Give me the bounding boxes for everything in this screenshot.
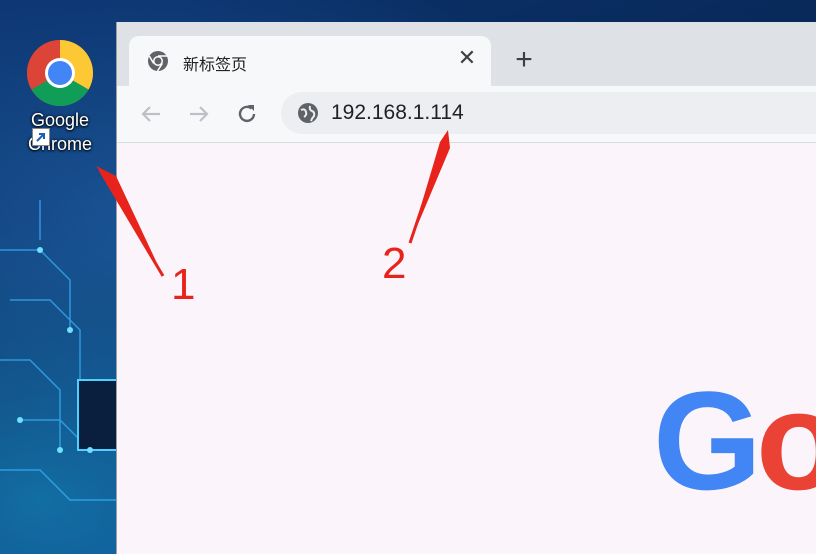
shortcut-label-line1: Google bbox=[30, 110, 90, 130]
forward-arrow-icon[interactable] bbox=[183, 98, 215, 130]
new-tab-page: Go bbox=[117, 143, 816, 554]
globe-icon bbox=[298, 103, 318, 123]
browser-toolbar: 192.168.1.114 bbox=[117, 86, 816, 143]
shortcut-label-line2: Chrome bbox=[27, 134, 93, 154]
new-tab-button[interactable]: + bbox=[507, 44, 541, 78]
url-text[interactable]: 192.168.1.114 bbox=[331, 101, 464, 125]
google-logo-letter-o: o bbox=[755, 362, 816, 519]
annotation-step-1: 1 bbox=[171, 260, 196, 309]
browser-window: 新标签页 ✕ + 192.168.1.114 Go bbox=[116, 22, 816, 554]
annotation-step-2: 2 bbox=[382, 239, 407, 288]
google-logo-letter-g: G bbox=[653, 362, 762, 519]
close-tab-icon[interactable]: ✕ bbox=[453, 44, 481, 72]
shortcut-arrow-icon bbox=[32, 128, 50, 146]
reload-icon[interactable] bbox=[231, 98, 263, 130]
address-bar[interactable]: 192.168.1.114 bbox=[281, 92, 816, 134]
chrome-desktop-shortcut[interactable]: Google Chrome bbox=[10, 38, 110, 156]
tab-new-tab[interactable]: 新标签页 ✕ bbox=[129, 36, 491, 88]
back-arrow-icon[interactable] bbox=[135, 98, 167, 130]
google-logo: Go bbox=[653, 371, 816, 511]
tab-strip: 新标签页 ✕ + bbox=[117, 22, 816, 88]
chrome-logo-icon bbox=[26, 39, 94, 107]
chrome-favicon-icon bbox=[148, 51, 168, 72]
tab-title: 新标签页 bbox=[183, 55, 248, 74]
shortcut-label: Google Chrome bbox=[10, 108, 110, 156]
